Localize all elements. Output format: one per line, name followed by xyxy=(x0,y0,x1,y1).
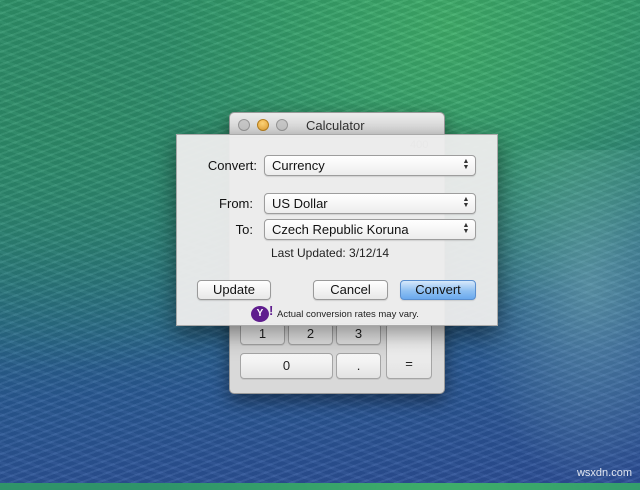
key-3[interactable]: 3 xyxy=(336,323,381,345)
from-currency-select[interactable]: US Dollar ▲ ▼ xyxy=(264,193,476,214)
cancel-button[interactable]: Cancel xyxy=(313,280,388,300)
convert-button[interactable]: Convert xyxy=(400,280,476,300)
up-down-chevron-icon: ▲ ▼ xyxy=(462,196,470,209)
yahoo-logo-icon: Y xyxy=(251,306,269,322)
site-watermark: wsxdn.com xyxy=(576,467,632,479)
from-currency-value: US Dollar xyxy=(272,196,328,211)
convert-label: Convert: xyxy=(207,158,257,173)
window-title: Calculator xyxy=(306,118,365,133)
key-decimal[interactable]: . xyxy=(336,353,381,379)
minimize-window-icon[interactable] xyxy=(257,119,269,131)
yahoo-logo-mark: ! xyxy=(269,303,274,318)
close-window-icon[interactable] xyxy=(238,119,250,131)
key-0[interactable]: 0 xyxy=(240,353,333,379)
to-currency-value: Czech Republic Koruna xyxy=(272,222,409,237)
to-currency-select[interactable]: Czech Republic Koruna ▲ ▼ xyxy=(264,219,476,240)
zoom-window-icon[interactable] xyxy=(276,119,288,131)
key-1[interactable]: 1 xyxy=(240,323,285,345)
key-equals[interactable]: = xyxy=(386,323,432,379)
key-2[interactable]: 2 xyxy=(288,323,333,345)
update-button[interactable]: Update xyxy=(197,280,271,300)
convert-type-select[interactable]: Currency ▲ ▼ xyxy=(264,155,476,176)
convert-type-value: Currency xyxy=(272,158,325,173)
up-down-chevron-icon: ▲ ▼ xyxy=(462,222,470,235)
conversion-disclaimer: Actual conversion rates may vary. xyxy=(277,309,419,320)
up-down-chevron-icon: ▲ ▼ xyxy=(462,158,470,171)
convert-dialog: Convert: Currency ▲ ▼ From: US Dollar ▲ ▼ … xyxy=(176,134,498,326)
last-updated-text: Last Updated: 3/12/14 xyxy=(271,246,390,260)
from-label: From: xyxy=(219,196,253,211)
to-label: To: xyxy=(235,222,253,237)
